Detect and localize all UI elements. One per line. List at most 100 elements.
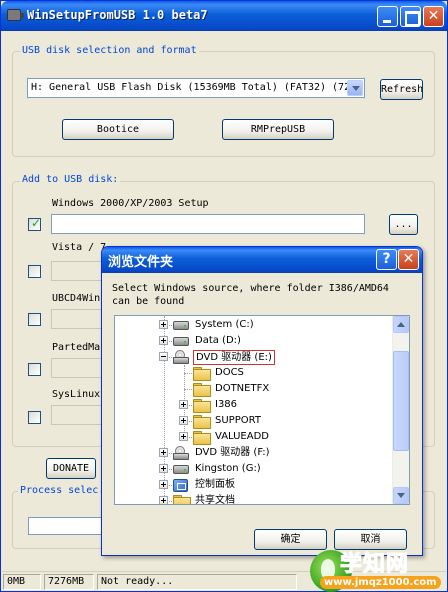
close-icon: ✕ [402,251,415,267]
chevron-down-icon[interactable] [347,80,363,96]
rmprepusb-button[interactable]: RMPrepUSB [222,119,334,140]
dialog-title-bar[interactable]: 浏览文件夹 ? ✕ [102,247,422,273]
usb-disk-select-value: H: General USB Flash Disk (15369MB Total… [31,82,349,93]
folder-tree[interactable]: System (C:) Data (D:) DVD 驱动器 (E:) DOCS DOTN… [114,315,410,505]
expand-icon[interactable] [179,432,188,441]
add-to-usb-group-label: Add to USB disk: [20,174,121,185]
process-group-label: Process selec [18,485,101,496]
partedmagic-checkbox[interactable] [28,363,41,376]
status-free: 7276MB [44,574,94,590]
scroll-down-button[interactable] [393,487,409,504]
tree-item-label: SUPPORT [215,415,261,426]
folder-icon [173,495,191,504]
window-title: WinSetupFromUSB 1.0 beta7 [27,8,208,22]
vista-checkbox[interactable] [28,265,41,278]
tree-item-label: I386 [215,399,238,410]
expand-icon[interactable] [179,400,188,409]
expand-icon[interactable] [159,448,168,457]
partedmagic-label: PartedMa [52,342,101,353]
tree-item[interactable]: DOCS [115,365,393,381]
syslinux-checkbox[interactable] [28,411,41,424]
check-icon: ✓ [31,216,42,230]
tree-item-label: 共享文档 [195,495,235,505]
drive-icon [173,321,189,330]
tree-item[interactable]: Data (D:) [115,333,393,349]
refresh-button[interactable]: Refresh [380,79,423,100]
bootice-button[interactable]: Bootice [62,119,174,140]
winxp-source-input[interactable] [51,214,365,234]
close-button[interactable]: ✕ [423,6,444,27]
drive-body-shape [173,357,189,364]
partedmagic-source-input[interactable] [51,358,103,378]
drive-icon [173,337,189,346]
collapse-icon[interactable] [159,352,168,361]
tree-item-label: DOTNETFX [215,383,270,394]
ubcd4win-checkbox[interactable] [28,313,41,326]
scroll-thumb[interactable] [393,351,409,451]
dvd-drive-icon [173,446,189,460]
winxp-browse-button[interactable]: ... [389,214,418,235]
drive-icon [173,465,189,474]
browse-folder-dialog: 浏览文件夹 ? ✕ Select Windows source, where f… [101,246,423,556]
help-icon: ? [382,251,391,267]
expand-icon[interactable] [159,464,168,473]
title-bar[interactable]: WinSetupFromUSB 1.0 beta7 ✕ [1,1,447,31]
folder-icon [193,399,211,413]
dialog-title: 浏览文件夹 [108,255,174,270]
ubcd4win-source-input[interactable] [51,309,103,329]
tree-item-label: DOCS [215,367,244,378]
watermark-logo: 学知网 www.jmqz1000.com [300,536,448,592]
tree-item-label: System (C:) [195,319,254,330]
tree-item[interactable]: DVD 驱动器 (F:) [115,445,393,461]
tree-item-label: VALUEADD [215,431,269,442]
tree-item[interactable]: 共享文档 [115,493,393,505]
vista-label: Vista / 7 [52,242,107,253]
usb-disk-group-label: USB disk selection and format [20,45,199,56]
expand-icon[interactable] [159,336,168,345]
folder-icon [193,431,211,445]
tree-item-label: Kingston (G:) [195,463,261,474]
folder-icon [193,383,211,397]
tree-item-label: DVD 驱动器 (F:) [195,447,270,458]
folder-icon [193,415,211,429]
close-icon: ✕ [427,8,440,24]
tree-item[interactable]: System (C:) [115,317,393,333]
tree-item-label: Data (D:) [195,335,241,346]
vista-source-input[interactable] [51,261,103,281]
status-size: 0MB [3,574,41,590]
expand-icon[interactable] [159,480,168,489]
expand-icon[interactable] [159,320,168,329]
winxp-setup-label: Windows 2000/XP/2003 Setup [52,198,209,209]
tree-item-label: DVD 驱动器 (E:) [193,350,275,365]
dialog-description: Select Windows source, where folder I386… [112,283,389,307]
tree-item[interactable]: VALUEADD [115,429,393,445]
dvd-drive-icon [173,350,189,364]
dialog-close-button[interactable]: ✕ [398,249,419,270]
scroll-up-button[interactable] [393,316,409,333]
help-button[interactable]: ? [376,249,397,270]
tree-item[interactable]: SUPPORT [115,413,393,429]
ubcd4win-label: UBCD4Win [52,293,101,304]
tree-item[interactable]: DVD 驱动器 (E:) [115,349,393,365]
tree-item[interactable]: DOTNETFX [115,381,393,397]
watermark-brand: 学知网 [339,552,410,578]
winxp-setup-checkbox[interactable]: ✓ [28,216,42,231]
control-panel-icon [173,479,188,492]
expand-icon[interactable] [159,496,168,504]
tree-scrollbar[interactable] [392,316,409,504]
tree-item[interactable]: I386 [115,397,393,413]
expand-icon[interactable] [179,416,188,425]
minimize-button[interactable] [377,6,398,27]
usb-disk-select[interactable]: H: General USB Flash Disk (15369MB Total… [27,78,365,98]
tree-item[interactable]: Kingston (G:) [115,461,393,477]
drive-body-shape [173,453,189,460]
syslinux-label: SysLinux [52,389,101,400]
maximize-button[interactable] [400,6,421,27]
status-text: Not ready... [97,574,297,590]
tree-item-label: 控制面板 [195,479,235,490]
usb-disk-group [12,51,435,157]
watermark-url: www.jmqz1000.com [320,576,441,589]
tree-item[interactable]: 控制面板 [115,477,393,493]
donate-button[interactable]: DONATE [46,458,96,479]
syslinux-source-input[interactable] [51,405,103,425]
